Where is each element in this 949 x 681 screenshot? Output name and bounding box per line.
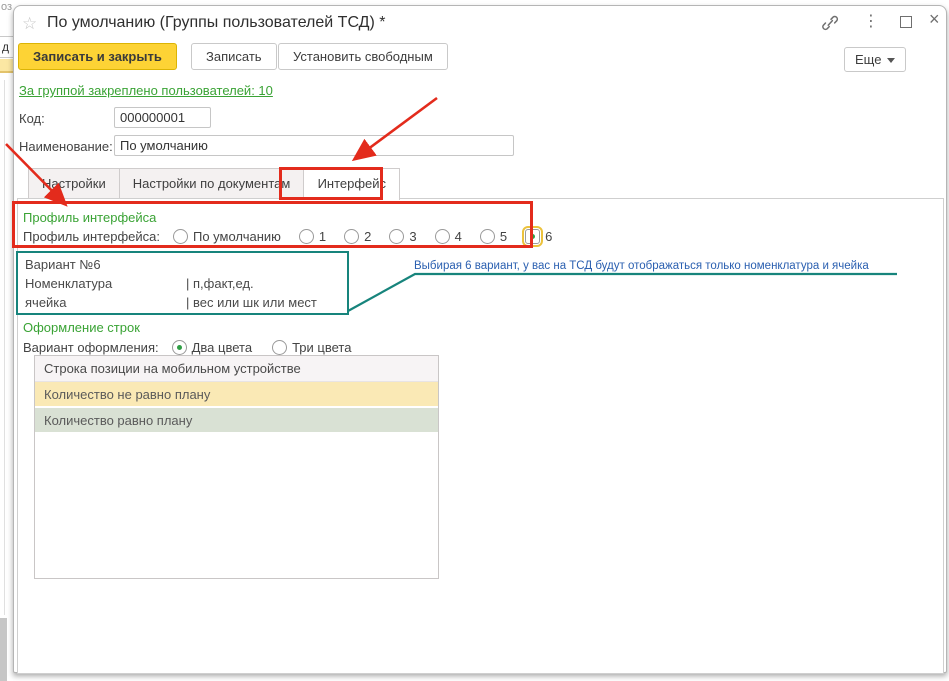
radio-icon-selected: [525, 229, 540, 244]
radio-label: 3: [409, 229, 416, 244]
name-label: Наименование:: [19, 139, 113, 154]
radio-profile-1[interactable]: 1: [299, 229, 326, 244]
radio-label: Два цвета: [192, 340, 252, 355]
background-scrollbar-strip: [0, 618, 7, 681]
radio-profile-2[interactable]: 2: [344, 229, 371, 244]
close-icon[interactable]: ×: [929, 9, 940, 30]
tab-document-settings[interactable]: Настройки по документам: [119, 168, 305, 198]
radio-icon: [344, 229, 359, 244]
tab-interface[interactable]: Интерфейс: [303, 168, 400, 200]
radio-label: По умолчанию: [193, 229, 281, 244]
save-button[interactable]: Записать: [191, 43, 277, 70]
radio-label: 4: [455, 229, 462, 244]
tab-settings[interactable]: Настройки: [28, 168, 120, 198]
code-input[interactable]: [114, 107, 211, 128]
background-divider: [4, 80, 5, 615]
row-style-radio-group: Вариант оформления: Два цвета Три цвета: [23, 337, 351, 357]
profile-section-title: Профиль интерфейса: [23, 210, 156, 225]
radio-icon: [435, 229, 450, 244]
save-and-close-button[interactable]: Записать и закрыть: [18, 43, 177, 70]
background-yellow-strip: [0, 59, 14, 73]
radio-three-colors[interactable]: Три цвета: [272, 340, 351, 355]
variant-row-value: | п,факт,ед.: [186, 274, 254, 293]
radio-profile-6[interactable]: 6: [525, 229, 552, 244]
row-style-table: Строка позиции на мобильном устройстве К…: [34, 355, 439, 579]
more-button[interactable]: Еще: [844, 47, 906, 72]
radio-icon: [272, 340, 287, 355]
more-button-label: Еще: [855, 52, 881, 67]
variant-title: Вариант №6: [25, 255, 347, 274]
more-menu-icon[interactable]: ⋮: [863, 11, 879, 31]
table-row[interactable]: Количество не равно плану: [35, 382, 438, 408]
variant-preview-box: Вариант №6 Номенклатура | п,факт,ед. яче…: [16, 251, 349, 315]
radio-icon: [389, 229, 404, 244]
variant-row-name: Номенклатура: [25, 274, 186, 293]
radio-label: Три цвета: [292, 340, 351, 355]
profile-group-label: Профиль интерфейса:: [23, 229, 160, 244]
radio-icon: [299, 229, 314, 244]
radio-label: 2: [364, 229, 371, 244]
favorite-star-icon[interactable]: ☆: [22, 14, 37, 34]
radio-label: 6: [545, 229, 552, 244]
radio-label: 1: [319, 229, 326, 244]
radio-two-colors[interactable]: Два цвета: [172, 340, 252, 355]
window-title: По умолчанию (Группы пользователей ТСД) …: [47, 14, 385, 32]
dropdown-arrow-icon: [887, 58, 895, 63]
radio-profile-5[interactable]: 5: [480, 229, 507, 244]
radio-icon: [173, 229, 188, 244]
interface-profile-radio-group: Профиль интерфейса: По умолчанию 1 2 3 4…: [23, 226, 552, 246]
maximize-icon[interactable]: [900, 16, 912, 28]
variant-row-name: ячейка: [25, 293, 186, 312]
group-users-link[interactable]: За группой закреплено пользователей: 10: [19, 83, 273, 98]
background-text-fragment: оз: [1, 1, 12, 13]
rows-section-title: Оформление строк: [23, 320, 140, 335]
name-input[interactable]: [114, 135, 514, 156]
rows-group-label: Вариант оформления:: [23, 340, 159, 355]
radio-profile-4[interactable]: 4: [435, 229, 462, 244]
link-chain-icon[interactable]: [820, 13, 840, 33]
table-row[interactable]: Количество равно плану: [35, 408, 438, 434]
code-label: Код:: [19, 111, 45, 126]
background-cell-fragment: д: [0, 36, 14, 58]
set-free-button[interactable]: Установить свободным: [278, 43, 448, 70]
dialog-window: ☆ По умолчанию (Группы пользователей ТСД…: [13, 5, 947, 673]
radio-label: 5: [500, 229, 507, 244]
tab-bar: Настройки Настройки по документам Интерф…: [28, 168, 400, 200]
radio-icon: [480, 229, 495, 244]
table-header: Строка позиции на мобильном устройстве: [35, 356, 438, 382]
variant-row-value: | вес или шк или мест: [186, 293, 317, 312]
radio-profile-default[interactable]: По умолчанию: [173, 229, 281, 244]
radio-icon-selected: [172, 340, 187, 355]
radio-profile-3[interactable]: 3: [389, 229, 416, 244]
